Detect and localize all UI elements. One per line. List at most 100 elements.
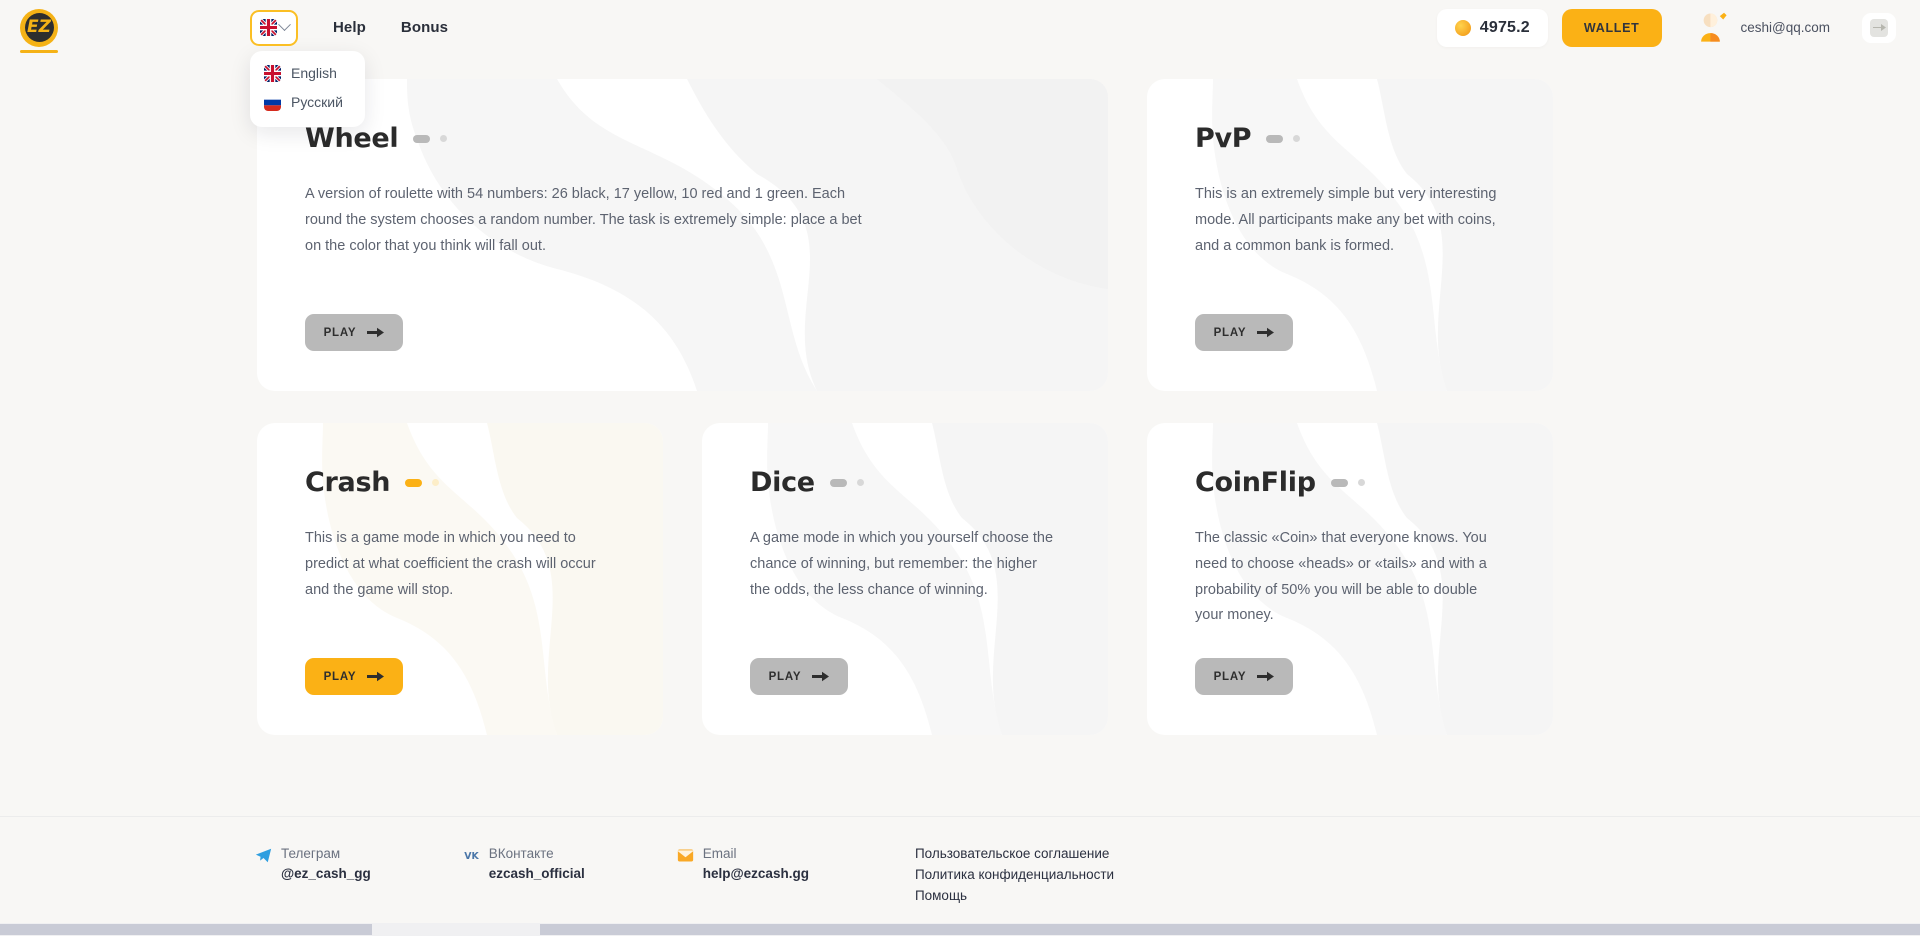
card-description: A game mode in which you yourself choose… (750, 526, 1060, 603)
card-status-indicators (405, 479, 439, 487)
language-option-label: Русский (291, 94, 343, 110)
scrollbar-thumb-left[interactable] (0, 924, 372, 935)
horizontal-scrollbar[interactable] (0, 923, 1920, 936)
status-pill (1331, 479, 1348, 487)
logout-button[interactable] (1862, 13, 1896, 43)
language-option-english[interactable]: English (250, 59, 365, 88)
card-header: Wheel (305, 125, 1060, 152)
balance-amount: 4975.2 (1480, 19, 1530, 37)
language-option-russian[interactable]: Русский (250, 88, 365, 117)
scrollbar-thumb-right[interactable] (540, 924, 1920, 935)
card-status-indicators (830, 479, 864, 487)
wallet-button[interactable]: WALLET (1562, 9, 1662, 47)
card-header: CoinFlip (1195, 469, 1505, 496)
nav-item-bonus[interactable]: Bonus (401, 19, 448, 36)
card-status-indicators (413, 135, 447, 143)
play-button-pvp[interactable]: PLAY (1195, 314, 1293, 351)
balance-display[interactable]: 4975.2 (1437, 9, 1548, 47)
user-email-label: ceshi@qq.com (1741, 20, 1831, 35)
play-button-crash[interactable]: PLAY (305, 658, 403, 695)
game-card-crash[interactable]: Crash This is a game mode in which you n… (257, 423, 663, 735)
legal-link-terms[interactable]: Пользовательское соглашение (915, 844, 1114, 865)
card-title: CoinFlip (1195, 469, 1316, 496)
user-avatar-icon (1696, 11, 1730, 45)
main-content: Wheel A version of roulette with 54 numb… (0, 55, 1920, 825)
card-status-indicators (1266, 135, 1300, 143)
status-pill (413, 135, 430, 143)
telegram-icon (255, 847, 272, 864)
main-nav: English Русский Help Bonus (250, 10, 448, 46)
language-selector[interactable] (250, 10, 298, 46)
footer-legal-links: Пользовательское соглашение Политика кон… (915, 844, 1114, 907)
card-description: This is a game mode in which you need to… (305, 526, 615, 603)
contact-value: help@ezcash.gg (703, 864, 809, 884)
card-header: Crash (305, 469, 615, 496)
status-pill (830, 479, 847, 487)
card-header: PvP (1195, 125, 1505, 152)
card-description: The classic «Coin» that everyone knows. … (1195, 526, 1505, 629)
arrow-right-icon (367, 327, 384, 338)
arrow-right-icon (1257, 671, 1274, 682)
language-option-label: English (291, 65, 337, 81)
footer-content: Телеграм @ez_cash_gg VK ВКонтакте ezcash… (0, 817, 1920, 907)
legal-link-privacy[interactable]: Политика конфиденциальности (915, 865, 1114, 886)
game-card-pvp[interactable]: PvP This is an extremely simple but very… (1147, 79, 1553, 391)
play-button-label: PLAY (324, 327, 357, 339)
play-button-label: PLAY (324, 671, 357, 683)
coin-icon (1455, 20, 1471, 36)
chevron-down-icon (278, 18, 291, 31)
logo-coin-icon: EZ (20, 9, 58, 47)
nav-item-help[interactable]: Help (333, 19, 366, 36)
card-title: Wheel (305, 125, 398, 152)
game-card-wheel[interactable]: Wheel A version of roulette with 54 numb… (257, 79, 1108, 391)
play-button-dice[interactable]: PLAY (750, 658, 848, 695)
uk-flag-icon (260, 19, 277, 36)
play-button-label: PLAY (1214, 671, 1247, 683)
footer-contact-vk[interactable]: VK ВКонтакте ezcash_official (463, 844, 585, 883)
card-header: Dice (750, 469, 1060, 496)
play-button-coinflip[interactable]: PLAY (1195, 658, 1293, 695)
contact-value: ezcash_official (489, 864, 585, 884)
arrow-right-icon (812, 671, 829, 682)
game-card-coinflip[interactable]: CoinFlip The classic «Coin» that everyon… (1147, 423, 1553, 735)
svg-text:VK: VK (464, 851, 479, 862)
footer-contact-telegram[interactable]: Телеграм @ez_cash_gg (255, 844, 371, 883)
play-button-label: PLAY (1214, 327, 1247, 339)
logo-z-mark: EZ (25, 13, 54, 42)
status-dot (1358, 479, 1365, 486)
play-button-wheel[interactable]: PLAY (305, 314, 403, 351)
status-dot (1293, 135, 1300, 142)
status-pill (1266, 135, 1283, 143)
contact-value: @ez_cash_gg (281, 864, 371, 884)
card-status-indicators (1331, 479, 1365, 487)
uk-flag-icon (264, 65, 281, 82)
email-icon (677, 847, 694, 864)
vk-icon: VK (463, 847, 480, 864)
language-dropdown-menu[interactable]: English Русский (250, 51, 365, 127)
page-footer: Телеграм @ez_cash_gg VK ВКонтакте ezcash… (0, 816, 1920, 924)
card-title: PvP (1195, 125, 1251, 152)
status-dot (857, 479, 864, 486)
contact-label: ВКонтакте (489, 844, 585, 864)
status-pill (405, 479, 422, 487)
card-description: This is an extremely simple but very int… (1195, 182, 1505, 259)
card-title: Crash (305, 469, 390, 496)
card-description: A version of roulette with 54 numbers: 2… (305, 182, 865, 259)
contact-label: Телеграм (281, 844, 371, 864)
arrow-right-icon (1257, 327, 1274, 338)
app-header: EZ English (0, 0, 1920, 55)
exit-arrow-icon (1870, 19, 1888, 37)
games-grid: Wheel A version of roulette with 54 numb… (257, 79, 1663, 735)
header-right-cluster: 4975.2 WALLET ceshi@qq.com (1437, 9, 1896, 47)
play-button-label: PLAY (769, 671, 802, 683)
card-title: Dice (750, 469, 815, 496)
legal-link-help[interactable]: Помощь (915, 886, 1114, 907)
contact-label: Email (703, 844, 809, 864)
game-card-dice[interactable]: Dice A game mode in which you yourself c… (702, 423, 1108, 735)
arrow-right-icon (367, 671, 384, 682)
status-dot (440, 135, 447, 142)
brand-logo[interactable]: EZ (18, 7, 60, 49)
status-dot (432, 479, 439, 486)
user-profile[interactable]: ceshi@qq.com (1696, 11, 1831, 45)
footer-contact-email[interactable]: Email help@ezcash.gg (677, 844, 809, 883)
